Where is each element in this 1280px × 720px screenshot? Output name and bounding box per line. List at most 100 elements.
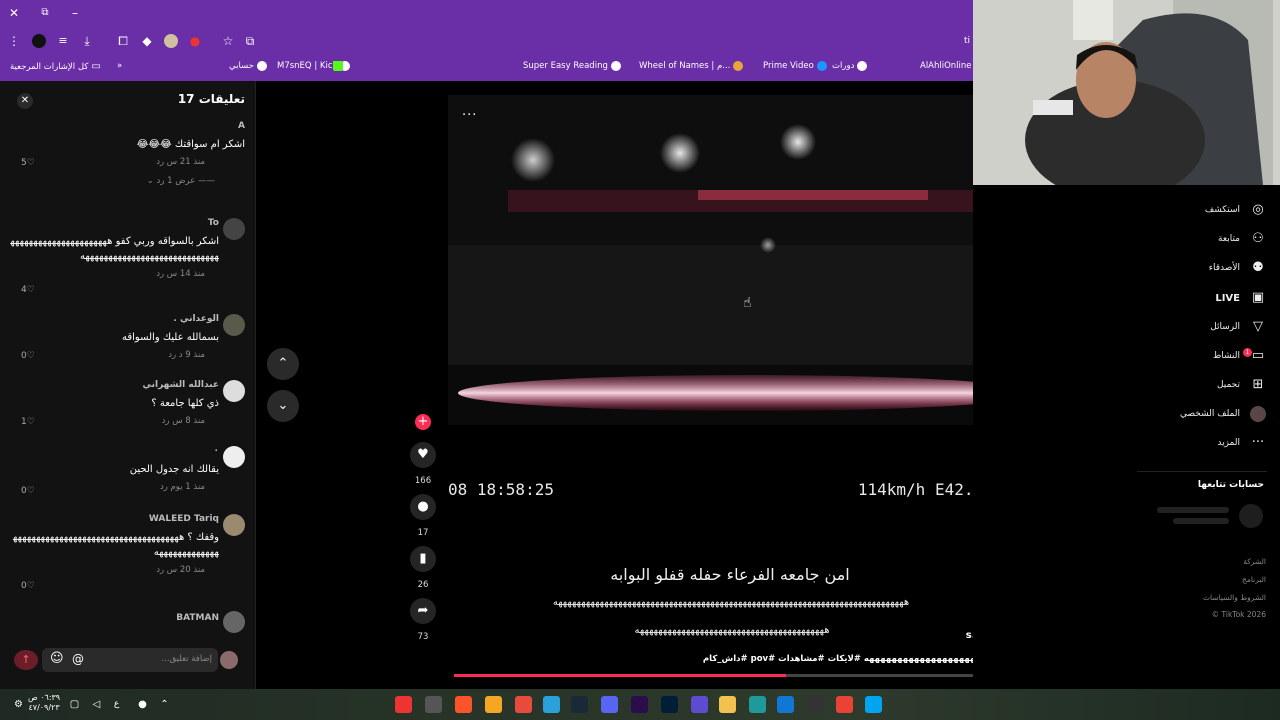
app-icon[interactable] xyxy=(749,696,766,713)
premiere-icon[interactable] xyxy=(631,696,648,713)
install-app-icon[interactable]: ⧉ xyxy=(243,34,257,48)
previous-video-button[interactable]: ⌃ xyxy=(267,348,299,380)
nav-following[interactable]: ⚇ متابعة xyxy=(1218,231,1266,247)
nav-profile[interactable]: الملف الشخصي xyxy=(1180,406,1266,422)
video-hashtags[interactable]: ههههههههههههههههههههههههه #لايكات #مشاهد… xyxy=(504,654,1004,664)
comment-like-button[interactable]: 0♡ xyxy=(21,351,35,361)
comment-item: To اشكر بالسواقه وربي كفو هههههههههههههه… xyxy=(9,218,245,295)
comment-input-placeholder[interactable]: إضافة تعليق... xyxy=(161,654,212,664)
bookmark-super-easy-reading[interactable]: Super Easy Reading xyxy=(523,61,621,71)
comment-username[interactable]: WALEED Tariq xyxy=(9,514,219,524)
bookmark-prime-video[interactable]: Prime Video xyxy=(763,61,827,71)
comment-text: يقالك انه جدول الحين xyxy=(129,464,219,475)
bookmark-overflow-icon[interactable]: » xyxy=(117,61,122,71)
system-clock[interactable]: ٠٦:٣٩ ص ٤٧/٠٩/٢٣ xyxy=(28,693,60,713)
app-icon[interactable] xyxy=(395,696,412,713)
microphone-icon[interactable]: ● xyxy=(134,696,151,713)
address-bar-text[interactable]: ti xyxy=(960,34,974,48)
close-window-icon[interactable]: ✕ xyxy=(7,6,21,20)
comment-button[interactable]: ● xyxy=(410,494,436,520)
footer-company-link[interactable]: الشركة xyxy=(1243,557,1266,566)
tray-chevron-icon[interactable]: ⌃ xyxy=(156,696,173,713)
download-icon[interactable]: ⤓ xyxy=(80,34,94,48)
comment-like-button[interactable]: 4♡ xyxy=(21,285,35,295)
share-button[interactable]: ➦ xyxy=(410,598,436,624)
bookmark-wheel-of-names[interactable]: Wheel of Names | م... xyxy=(639,61,744,71)
nav-live[interactable]: ▣ LIVE xyxy=(1215,290,1266,306)
comment-like-button[interactable]: 0♡ xyxy=(21,486,35,496)
nav-upload[interactable]: ⊞ تحميل xyxy=(1217,377,1266,393)
windows-start-icon[interactable] xyxy=(865,696,882,713)
extension-icon[interactable] xyxy=(32,34,46,48)
extension-heart-icon[interactable]: ● xyxy=(188,34,202,48)
comment-like-button[interactable]: 1♡ xyxy=(21,417,35,427)
bookmark-star-icon[interactable]: ☆ xyxy=(221,34,235,48)
comment-meta[interactable]: منذ 14 س رد xyxy=(9,269,219,279)
video-caption-laugh: هههههههههههههههههههههههههههههههههههههههه… xyxy=(552,597,910,608)
nav-more[interactable]: ··· المزيد xyxy=(1217,435,1266,451)
volume-icon[interactable]: ◁ xyxy=(88,696,105,713)
brave-icon[interactable] xyxy=(455,696,472,713)
chrome-icon[interactable] xyxy=(836,696,853,713)
view-replies-link[interactable]: —— عرض 1 رد ⌄ xyxy=(9,176,245,186)
nav-messages[interactable]: ▽ الرسائل xyxy=(1210,319,1266,335)
notification-icon[interactable]: ▢ xyxy=(66,696,83,713)
like-button[interactable]: ♥ xyxy=(410,442,436,468)
edge-icon[interactable] xyxy=(777,696,794,713)
next-video-button[interactable]: ⌄ xyxy=(267,390,299,422)
nav-explore[interactable]: ◎ استكشف xyxy=(1205,202,1266,218)
video-progress-track[interactable] xyxy=(454,674,1008,677)
close-comments-icon[interactable]: ✕ xyxy=(17,93,33,109)
comment-username[interactable]: ٠ xyxy=(9,446,220,456)
footer-terms-link[interactable]: الشروط والسياسات xyxy=(1203,593,1266,602)
comment-input-box[interactable]: ☺ @ إضافة تعليق... xyxy=(42,648,218,672)
comment-username[interactable]: عبدالله الشهراني xyxy=(9,380,219,390)
mention-icon[interactable]: @ xyxy=(72,652,84,666)
minimize-window-icon[interactable]: – xyxy=(68,6,82,20)
file-explorer-icon[interactable] xyxy=(719,696,736,713)
comment-username[interactable]: A xyxy=(9,121,245,131)
language-indicator[interactable]: ع xyxy=(108,696,125,713)
bookmark-courses[interactable]: دورات xyxy=(832,61,868,71)
nav-activity[interactable]: ▭ النشاط xyxy=(1213,348,1266,364)
comment-username[interactable]: الوعداني . xyxy=(9,314,219,324)
steam-icon[interactable] xyxy=(571,696,588,713)
bookmark-alahli[interactable]: AlAhliOnline xyxy=(920,61,972,71)
video-player[interactable]: ... 08 18:58:25 114km/h E42.7107 امن جام… xyxy=(448,95,1012,680)
comment-meta[interactable]: منذ 9 د رد xyxy=(9,350,219,360)
app-icon[interactable] xyxy=(425,696,442,713)
network-icon[interactable]: ⚙ xyxy=(10,696,27,713)
menu-dots-icon[interactable]: ⋮ xyxy=(7,34,21,48)
maximize-window-icon[interactable]: ⧉ xyxy=(38,6,52,20)
telegram-icon[interactable] xyxy=(543,696,560,713)
send-comment-button[interactable]: ↑ xyxy=(14,650,38,670)
emoji-icon[interactable]: ☺ xyxy=(50,651,64,666)
photoshop-icon[interactable] xyxy=(661,696,678,713)
bookmark-kick-icons[interactable] xyxy=(333,61,343,71)
app-icon[interactable] xyxy=(691,696,708,713)
extension-avatar-icon[interactable] xyxy=(164,34,178,48)
bookmark-account[interactable]: حسابي xyxy=(229,61,267,71)
follow-plus-icon[interactable]: + xyxy=(415,414,431,430)
comment-meta[interactable]: منذ 1 يوم رد xyxy=(9,482,219,492)
comment-meta[interactable]: منذ 20 س رد xyxy=(9,565,219,575)
puzzle-icon[interactable]: ⧠ xyxy=(116,34,130,48)
comment-meta[interactable]: منذ 21 س رد xyxy=(9,157,245,167)
playlist-icon[interactable]: ≡ xyxy=(56,34,70,48)
app-icon[interactable] xyxy=(485,696,502,713)
discord-icon[interactable] xyxy=(601,696,618,713)
more-options-icon[interactable]: ... xyxy=(462,104,477,119)
extension-diamond-icon[interactable]: ◆ xyxy=(140,34,154,48)
footer-program-link[interactable]: البرنامج xyxy=(1242,575,1266,584)
nav-friends[interactable]: ⚉ الأصدقاء xyxy=(1209,260,1266,276)
comment-like-button[interactable]: 5♡ xyxy=(21,158,35,168)
bookmark-all[interactable]: كل الإشارات المرجعية ▭ xyxy=(10,61,101,72)
app-icon[interactable] xyxy=(515,696,532,713)
comment-like-button[interactable]: 0♡ xyxy=(21,581,35,591)
save-button[interactable]: ▮ xyxy=(410,546,436,572)
comment-username[interactable]: To xyxy=(9,218,219,228)
comment-username[interactable]: BATMAN xyxy=(9,613,219,623)
comment-meta[interactable]: منذ 8 س رد xyxy=(9,416,219,426)
webcam-image xyxy=(973,0,1280,185)
app-icon[interactable] xyxy=(807,696,824,713)
